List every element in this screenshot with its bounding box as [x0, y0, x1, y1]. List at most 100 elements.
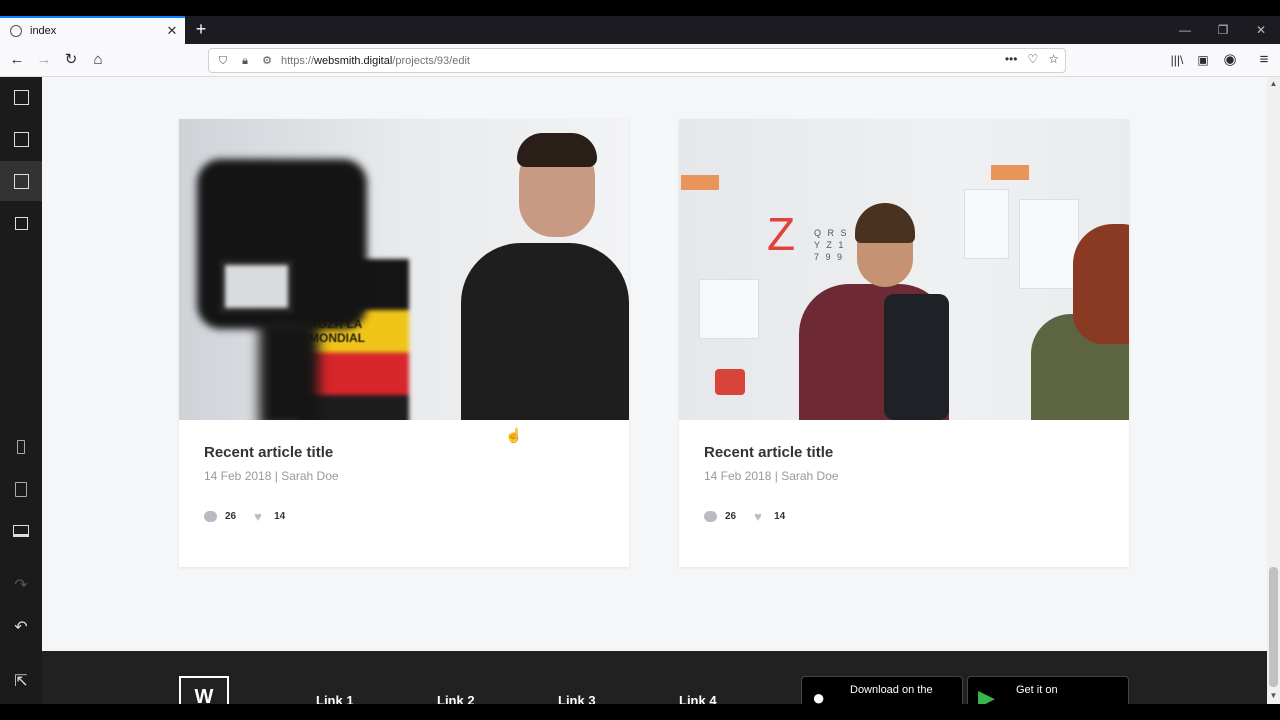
article-image[interactable]: Z Q R SY Z 17 9 9 [679, 119, 1129, 420]
back-icon[interactable]: ← [5, 49, 29, 73]
photo-red-typewriter [715, 369, 745, 395]
add-block-button[interactable] [0, 77, 42, 117]
photo-man-hair [855, 203, 915, 243]
pages-list-button[interactable] [0, 161, 42, 201]
tab-bar: index ✕ + — ❐ ✕ [0, 16, 1280, 44]
external-link-icon: ⇱ [14, 673, 28, 690]
tab-title: index [30, 25, 57, 37]
photo-camera-screen [219, 259, 294, 314]
article-date: 14 Feb 2018 [704, 469, 772, 483]
meta-separator: | [774, 469, 778, 483]
footer-link-3[interactable]: Link 3 [558, 693, 596, 704]
heart-icon: ♥ [754, 509, 762, 524]
article-title[interactable]: Recent article title [704, 444, 1104, 461]
photo-person-torso [461, 243, 629, 420]
browser-window: index ✕ + — ❐ ✕ ← → ↻ ⌂ ⛉ 🔒︎ ⚙ https://w… [0, 0, 1280, 720]
pocket-icon[interactable]: ♡ [1027, 52, 1038, 66]
image-icon [14, 216, 28, 230]
minimize-icon[interactable]: — [1166, 16, 1204, 44]
photo-wall-paper [699, 279, 759, 339]
home-icon[interactable]: ⌂ [86, 49, 110, 73]
new-tab-icon[interactable]: + [191, 20, 211, 40]
undo-icon: ↶ [14, 619, 28, 636]
media-button[interactable] [0, 203, 42, 243]
mobile-view-button[interactable] [0, 427, 42, 467]
article-title[interactable]: Recent article title [204, 444, 604, 461]
play-store-button[interactable]: ▶ Get it on [967, 676, 1129, 704]
article-author: Sarah Doe [781, 469, 839, 483]
redo-button[interactable]: ↷ [0, 565, 42, 605]
url-prefix: https:// [281, 54, 315, 67]
photo-person-hair [517, 133, 597, 167]
shield-icon[interactable]: ⛉ [215, 53, 231, 69]
desktop-view-button[interactable] [0, 511, 42, 551]
photo-wall-paper [1019, 199, 1079, 289]
menu-icon[interactable]: ≡ [1252, 49, 1276, 73]
article-image[interactable]: AGZR LA MONDIAL [179, 119, 629, 420]
sidebar-toggle-icon[interactable]: ▣ [1191, 49, 1215, 73]
editor-sidebar: ↷ ↶ ⇱ [0, 77, 42, 704]
comment-count: 26 [725, 511, 737, 522]
account-icon[interactable]: ◉ [1218, 49, 1242, 73]
scroll-up-icon[interactable]: ▲ [1267, 77, 1280, 90]
tablet-view-button[interactable] [0, 469, 42, 509]
navigation-toolbar: ← → ↻ ⌂ ⛉ 🔒︎ ⚙ https://websmith.digital/… [0, 44, 1280, 77]
page-settings-icon [13, 131, 29, 147]
lock-icon[interactable]: 🔒︎ [237, 53, 253, 69]
article-card[interactable]: AGZR LA MONDIAL Recent article title 14 … [179, 119, 629, 567]
article-card[interactable]: Z Q R SY Z 17 9 9 Recent article title 1… [679, 119, 1129, 567]
pages-icon [13, 173, 29, 189]
photo-eye-chart: Q R SY Z 17 9 9 [814, 228, 849, 262]
app-store-label: Download on the [850, 684, 933, 696]
footer-logo[interactable]: W [179, 676, 229, 704]
tablet-icon [15, 481, 27, 497]
vertical-scrollbar[interactable]: ▲ ▼ [1267, 77, 1280, 704]
permissions-icon[interactable]: ⚙ [259, 53, 275, 69]
desktop-icon [13, 525, 29, 537]
app-store-button[interactable]: ● Download on the [801, 676, 963, 704]
photo-tripod [259, 319, 319, 420]
url-bar[interactable]: ⛉ 🔒︎ ⚙ https://websmith.digital/projects… [208, 48, 1066, 73]
comment-icon [704, 511, 717, 522]
comment-icon [204, 511, 217, 522]
play-icon: ▶ [978, 685, 995, 704]
scrollbar-thumb[interactable] [1269, 567, 1278, 687]
forward-icon[interactable]: → [32, 49, 56, 73]
article-stats: 26 ♥ 14 [204, 509, 604, 524]
phone-icon [17, 440, 25, 454]
article-meta: 14 Feb 2018 | Sarah Doe [204, 469, 604, 483]
scroll-down-icon[interactable]: ▼ [1267, 689, 1280, 702]
url-path: /projects/93/edit [392, 54, 470, 67]
footer-link-2[interactable]: Link 2 [437, 693, 475, 704]
photo-sticky-note [681, 175, 719, 190]
photo-woman-hair [1073, 224, 1129, 344]
heart-icon: ♥ [254, 509, 262, 524]
photo-wall-paper [964, 189, 1009, 259]
tab-index[interactable]: index ✕ [0, 16, 185, 44]
close-tab-icon[interactable]: ✕ [163, 23, 181, 39]
apple-icon: ● [812, 685, 826, 704]
redo-icon: ↷ [14, 577, 28, 594]
globe-icon [10, 25, 22, 37]
photo-sticky-note [991, 165, 1029, 180]
page-actions-icon[interactable]: ••• [1005, 52, 1018, 66]
hand-cursor-icon: ☝ [505, 427, 523, 443]
photo-backpack [884, 294, 949, 420]
site-footer: W Link 1 Link 2 Link 3 Link 4 ● Download… [42, 651, 1267, 704]
library-icon[interactable]: |||\ [1165, 49, 1189, 73]
bookmark-star-icon[interactable]: ☆ [1048, 52, 1059, 66]
close-window-icon[interactable]: ✕ [1242, 16, 1280, 44]
url-text[interactable]: https://websmith.digital/projects/93/edi… [281, 55, 470, 67]
footer-link-1[interactable]: Link 1 [316, 693, 354, 704]
article-date: 14 Feb 2018 [204, 469, 272, 483]
photo-letter-z: Z [767, 208, 796, 260]
preview-button[interactable]: ⇱ [0, 661, 42, 701]
page-canvas: AGZR LA MONDIAL Recent article title 14 … [42, 77, 1267, 704]
footer-link-4[interactable]: Link 4 [679, 693, 717, 704]
reload-icon[interactable]: ↻ [59, 49, 83, 73]
page-settings-button[interactable] [0, 119, 42, 159]
article-author: Sarah Doe [281, 469, 339, 483]
restore-icon[interactable]: ❐ [1204, 16, 1242, 44]
like-count: 14 [274, 511, 286, 522]
undo-button[interactable]: ↶ [0, 607, 42, 647]
